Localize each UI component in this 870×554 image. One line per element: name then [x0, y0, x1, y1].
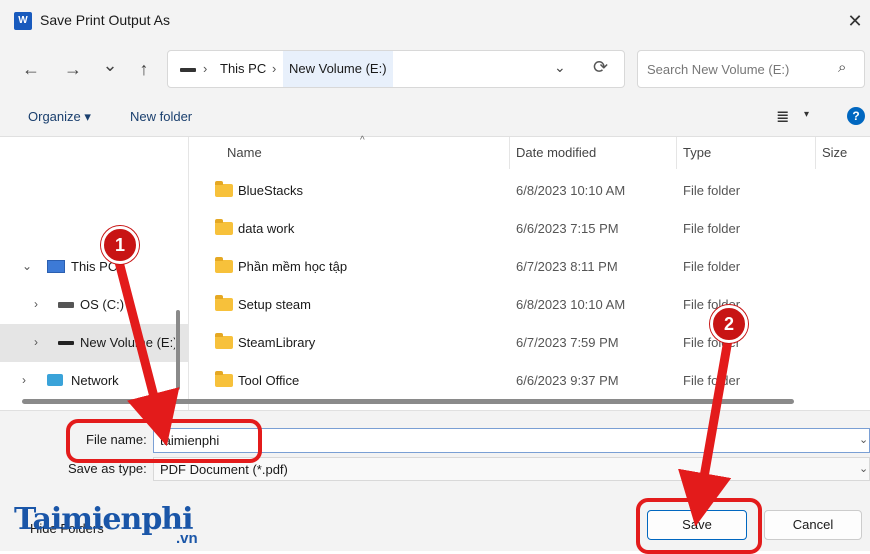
step-badge-2: 2: [710, 305, 748, 343]
annotation-arrows: [113, 253, 733, 527]
step-badge-1: 1: [101, 226, 139, 264]
annotation-arrow-2: [678, 335, 733, 527]
annotation-arrow-1: [113, 253, 180, 447]
